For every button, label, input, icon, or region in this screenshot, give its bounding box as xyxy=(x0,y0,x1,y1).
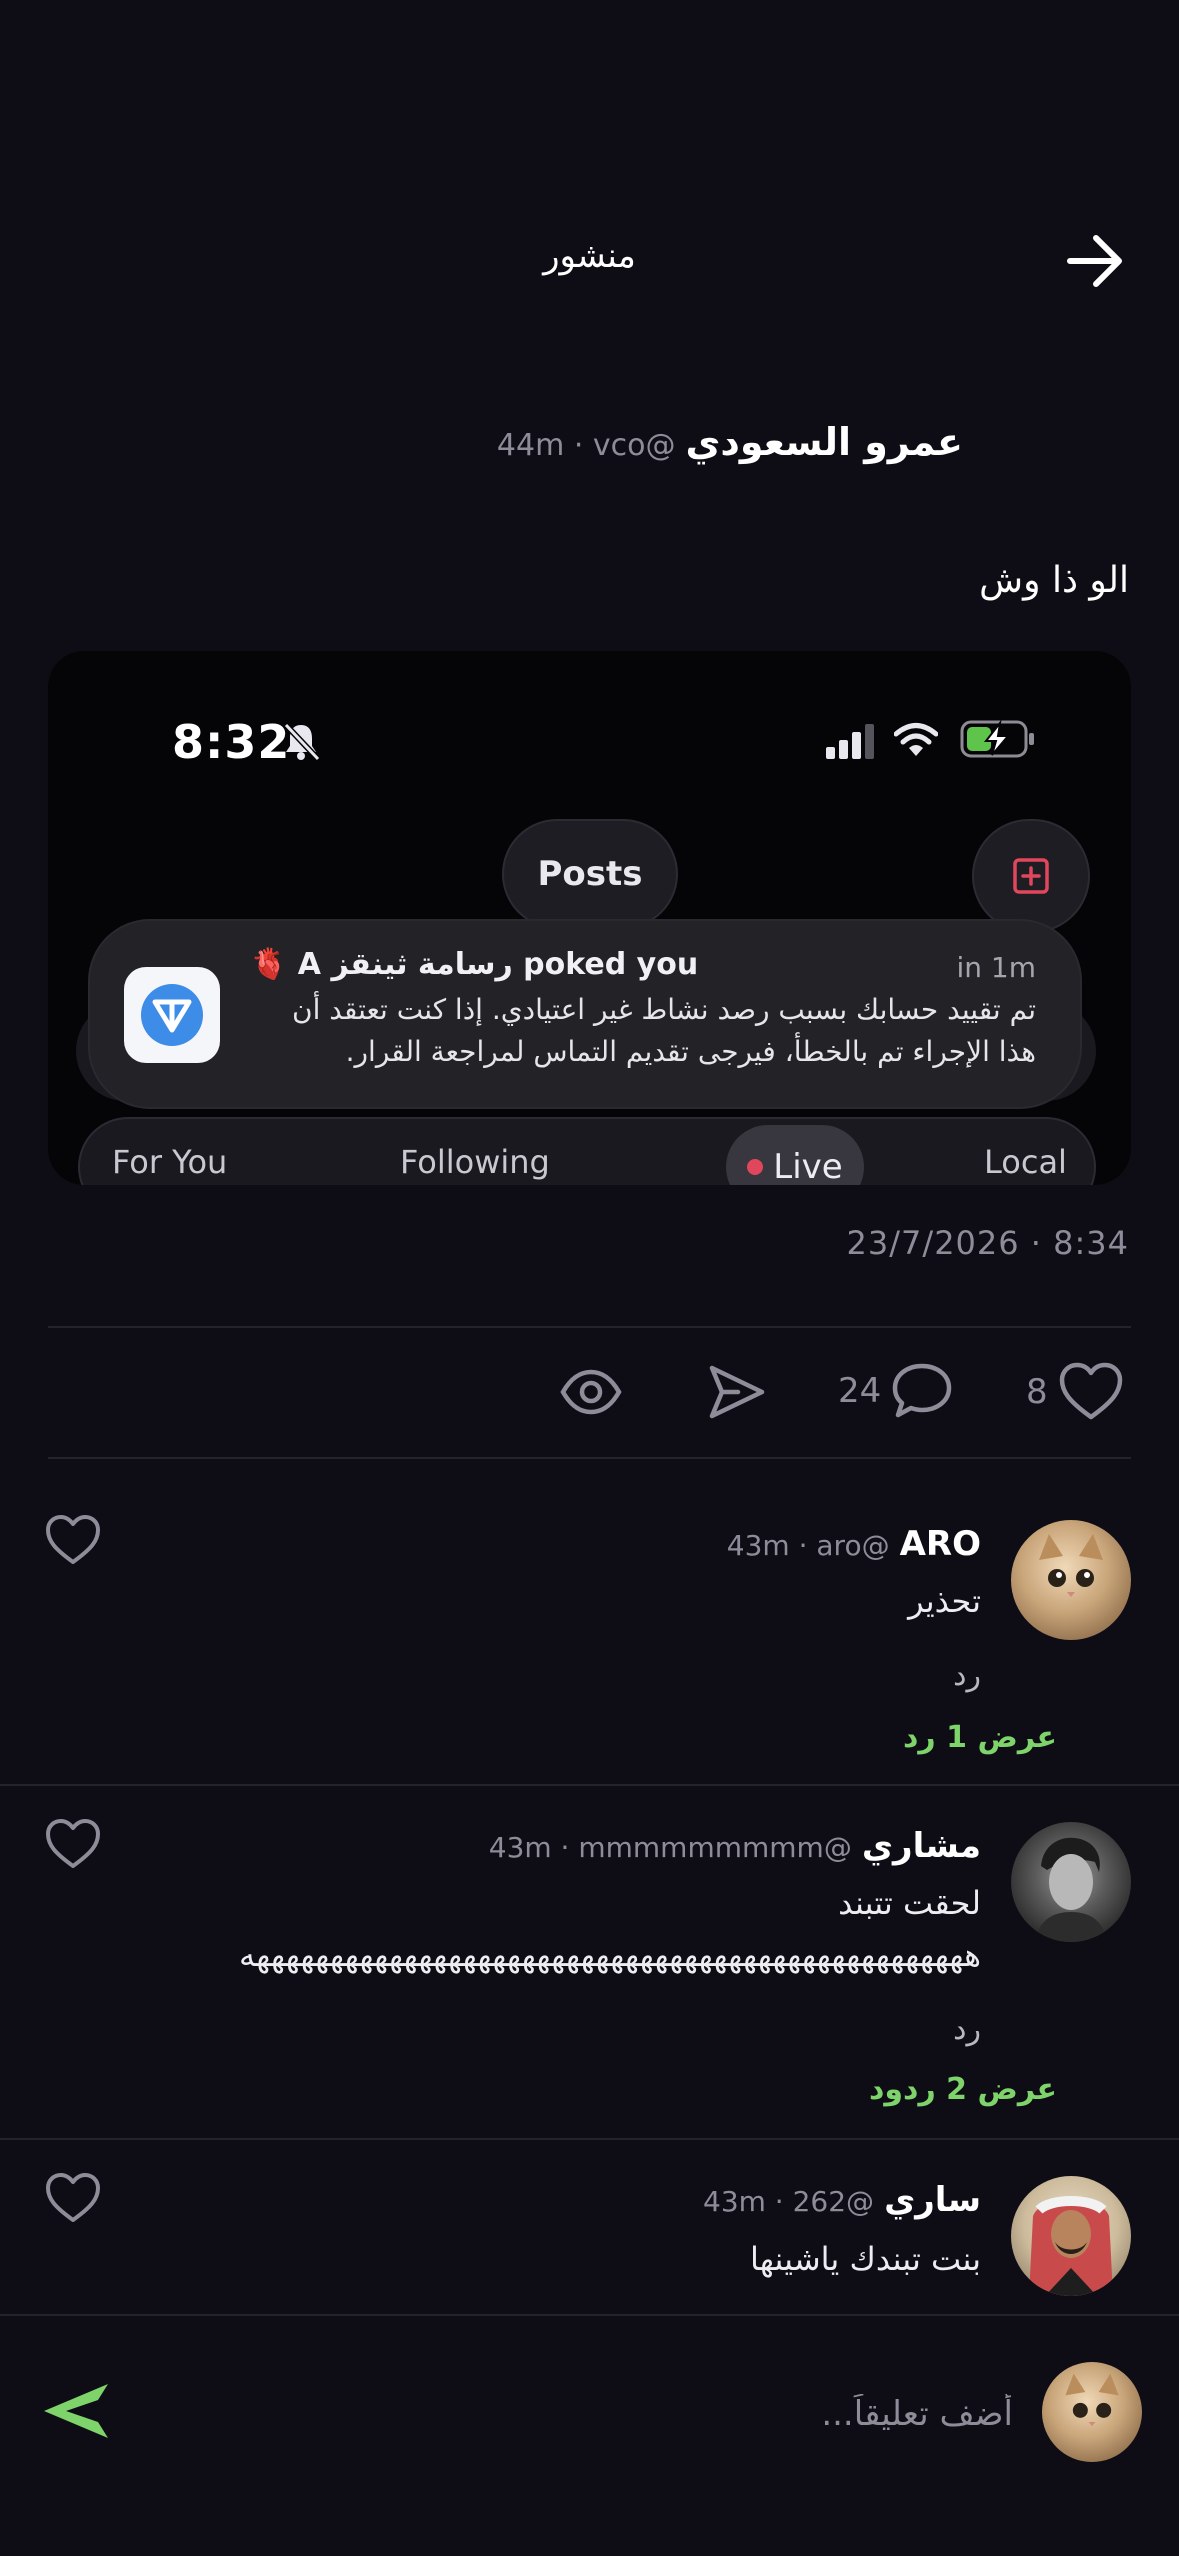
comment-author[interactable]: ساري xyxy=(884,2180,981,2220)
tab-live-label: Live xyxy=(773,1147,843,1185)
send-icon[interactable] xyxy=(40,2380,112,2442)
heart-icon[interactable] xyxy=(44,1818,102,1870)
post-text: الو ذا وش xyxy=(979,560,1129,601)
like-action[interactable]: 8 xyxy=(1026,1362,1124,1422)
show-replies-button[interactable]: عرض 1 رد xyxy=(903,1720,1057,1755)
plus-square-icon xyxy=(1013,858,1049,894)
comment-meta: 43m · mmmmmmmmm@ xyxy=(488,1831,852,1864)
comment-text: لحقت تتبند xyxy=(838,1884,981,1922)
posts-pill[interactable]: Posts xyxy=(502,819,678,929)
divider xyxy=(0,2138,1179,2140)
post-author-row: عمرو السعودي 44m · vco@ xyxy=(497,420,963,464)
share-send-icon[interactable] xyxy=(708,1364,766,1420)
composer-avatar xyxy=(1042,2362,1142,2462)
wifi-icon xyxy=(894,723,938,756)
add-post-button[interactable] xyxy=(972,819,1090,933)
person-avatar-icon xyxy=(1029,2196,1113,2296)
comment-author[interactable]: ARO xyxy=(900,1524,981,1564)
comment-count: 24 xyxy=(838,1371,882,1411)
battery-charging-icon xyxy=(960,719,1034,758)
post-author-meta: 44m · vco@ xyxy=(496,428,676,463)
heart-icon xyxy=(1059,1362,1122,1420)
cat-avatar-icon xyxy=(1065,2373,1119,2427)
arrow-right-icon[interactable] xyxy=(1062,228,1128,294)
divider xyxy=(0,2314,1179,2316)
heart-icon[interactable] xyxy=(44,1514,102,1566)
comment-input[interactable] xyxy=(213,2384,1013,2444)
comment-text: تحذير xyxy=(908,1582,981,1620)
divider xyxy=(0,1784,1179,1786)
notification-time: in 1m xyxy=(956,951,1036,984)
like-count: 8 xyxy=(1026,1372,1048,1412)
post-date: 23/7/2026 · 8:34 xyxy=(846,1224,1129,1262)
notification-title: 🫀 A رسامة ثينقز poked you xyxy=(250,947,699,982)
avatar[interactable] xyxy=(1011,1822,1131,1942)
app-icon xyxy=(124,967,220,1063)
tab-live[interactable]: Live xyxy=(726,1125,864,1185)
comment-header: ARO 43m · aro@ xyxy=(727,1524,981,1564)
show-replies-button[interactable]: عرض 2 ردود xyxy=(869,2072,1057,2107)
comment-text: بنت تبندك ياشينها xyxy=(750,2240,981,2278)
comment-action[interactable]: 24 xyxy=(838,1362,953,1420)
notification-banner[interactable]: 🫀 A رسامة ثينقز poked you in 1m تم تقييد… xyxy=(90,921,1080,1107)
embed-status-time: 8:32 xyxy=(172,715,291,769)
divider xyxy=(48,1457,1131,1459)
comment-meta: 43m · aro@ xyxy=(726,1529,890,1562)
post-author-name[interactable]: عمرو السعودي xyxy=(686,420,964,464)
signal-icon xyxy=(826,724,874,759)
feed-tabs: For You Following Live Local xyxy=(78,1117,1096,1185)
comment-text-line2: هههههههههههههههههههههههههههههههههههههههه… xyxy=(238,1936,981,1974)
cat-avatar-icon xyxy=(1039,1534,1103,1597)
tab-following[interactable]: Following xyxy=(400,1143,550,1181)
comment-header: مشاري 43m · mmmmmmmmm@ xyxy=(489,1826,981,1866)
live-dot-icon xyxy=(747,1159,764,1175)
app-logo-icon xyxy=(141,984,203,1046)
comment-bubble-icon xyxy=(893,1363,952,1418)
avatar[interactable] xyxy=(1011,2176,1131,2296)
heart-icon[interactable] xyxy=(44,2172,102,2224)
avatar[interactable] xyxy=(1011,1520,1131,1640)
comment-author[interactable]: مشاري xyxy=(862,1826,981,1866)
bell-muted-icon xyxy=(283,722,321,761)
comment-meta: 43m · 262@ xyxy=(703,2185,875,2218)
person-avatar-icon xyxy=(1035,1837,1107,1942)
post-image[interactable]: 8:32 Posts 🫀 A رسامة ثينقز poked you in … xyxy=(48,651,1131,1185)
notification-body: تم تقييد حسابك بسبب رصد نشاط غير اعتيادي… xyxy=(292,993,1036,1068)
page-title: منشور xyxy=(543,236,636,276)
tab-local[interactable]: Local xyxy=(984,1143,1067,1181)
tab-for-you[interactable]: For You xyxy=(112,1143,227,1181)
reply-button[interactable]: رد xyxy=(953,1658,981,1693)
divider xyxy=(48,1326,1131,1328)
views-eye-icon[interactable] xyxy=(560,1364,622,1420)
comment-header: ساري 43m · 262@ xyxy=(703,2180,981,2220)
reply-button[interactable]: رد xyxy=(953,2012,981,2047)
